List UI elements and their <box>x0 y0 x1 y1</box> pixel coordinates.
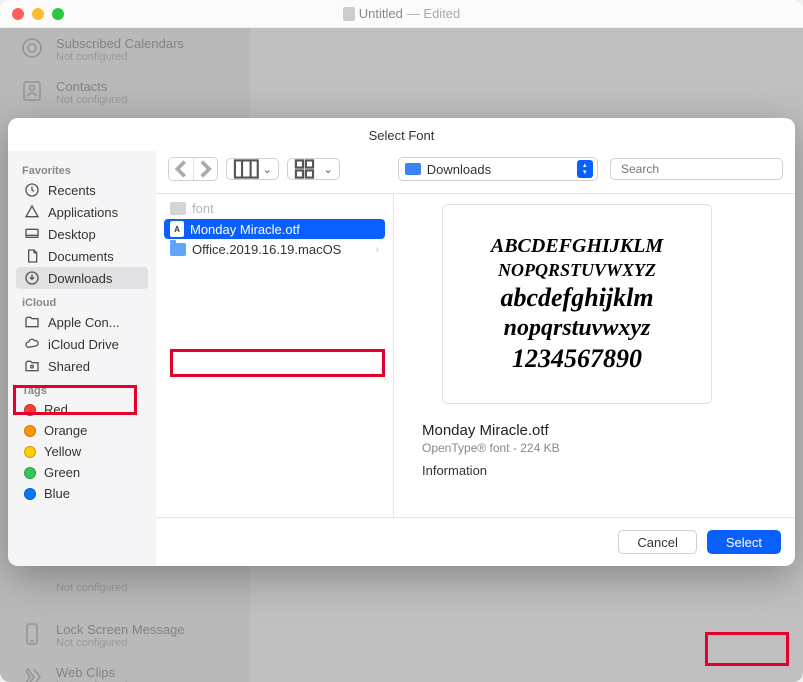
up-down-arrows-icon: ▴▾ <box>577 160 593 178</box>
dialog-main-area: ⌄ ⌄ Downloads ▴▾ <box>156 151 795 566</box>
documents-icon <box>24 248 40 264</box>
traffic-lights <box>12 8 64 20</box>
edited-suffix: — Edited <box>407 6 460 21</box>
sidebar-tag-orange[interactable]: Orange <box>16 420 148 441</box>
sidebar-heading-tags: Tags <box>16 381 148 399</box>
select-font-dialog: Select Font Favorites Recents Applicatio… <box>8 118 795 566</box>
sidebar-item-documents[interactable]: Documents <box>16 245 148 267</box>
folder-icon <box>170 202 186 215</box>
file-row-office[interactable]: Office.2019.16.19.macOS › <box>164 240 385 259</box>
sidebar-heading-favorites: Favorites <box>16 161 148 179</box>
font-file-icon: A <box>170 221 184 237</box>
tag-dot-icon <box>24 425 36 437</box>
shared-icon <box>24 358 40 374</box>
preview-info-heading: Information <box>422 463 767 478</box>
folder-icon <box>24 314 40 330</box>
clock-icon <box>24 182 40 198</box>
sidebar-item-shared[interactable]: Shared <box>16 355 148 377</box>
sidebar-item-desktop[interactable]: Desktop <box>16 223 148 245</box>
cancel-button[interactable]: Cancel <box>618 530 696 554</box>
sidebar-tag-blue[interactable]: Blue <box>16 483 148 504</box>
preview-column: ABCDEFGHIJKLM NOPQRSTUVWXYZ abcdefghijkl… <box>394 194 795 517</box>
nav-buttons-group <box>168 157 218 181</box>
location-dropdown[interactable]: Downloads ▴▾ <box>398 157 598 181</box>
document-icon <box>343 7 355 21</box>
back-button[interactable] <box>169 158 193 180</box>
dialog-footer: Cancel Select <box>156 517 795 566</box>
finder-sidebar: Favorites Recents Applications Desktop D… <box>8 151 156 566</box>
window-title: Untitled — Edited <box>64 6 739 21</box>
tag-dot-icon <box>24 488 36 500</box>
main-window: Untitled — Edited Subscribed CalendarsNo… <box>0 0 803 682</box>
sidebar-item-downloads[interactable]: Downloads <box>16 267 148 289</box>
file-list-column[interactable]: font A Monday Miracle.otf Office.2019.16… <box>156 194 394 517</box>
downloads-icon <box>24 270 40 286</box>
sidebar-tag-yellow[interactable]: Yellow <box>16 441 148 462</box>
icloud-icon <box>24 336 40 352</box>
zoom-window-button[interactable] <box>52 8 64 20</box>
search-input[interactable] <box>621 162 776 176</box>
file-row-monday-miracle[interactable]: A Monday Miracle.otf <box>164 219 385 239</box>
sidebar-item-icloud-drive[interactable]: iCloud Drive <box>16 333 148 355</box>
chevron-down-icon: ⌄ <box>263 163 272 176</box>
sidebar-item-apple-con[interactable]: Apple Con... <box>16 311 148 333</box>
sidebar-item-recents[interactable]: Recents <box>16 179 148 201</box>
folder-icon <box>170 243 186 256</box>
sidebar-tag-green[interactable]: Green <box>16 462 148 483</box>
column-view-button[interactable]: ⌄ <box>226 158 279 180</box>
file-row-font-folder[interactable]: font <box>164 199 385 218</box>
dialog-title: Select Font <box>8 118 795 151</box>
dialog-toolbar: ⌄ ⌄ Downloads ▴▾ <box>156 151 795 193</box>
tag-dot-icon <box>24 404 36 416</box>
sidebar-item-applications[interactable]: Applications <box>16 201 148 223</box>
tag-dot-icon <box>24 467 36 479</box>
chevron-down-icon: ⌄ <box>324 163 333 176</box>
preview-meta: OpenType® font - 224 KB <box>422 441 767 455</box>
select-button[interactable]: Select <box>707 530 781 554</box>
minimize-window-button[interactable] <box>32 8 44 20</box>
search-box[interactable] <box>610 158 783 180</box>
tag-dot-icon <box>24 446 36 458</box>
close-window-button[interactable] <box>12 8 24 20</box>
applications-icon <box>24 204 40 220</box>
document-title: Untitled <box>359 6 403 21</box>
titlebar: Untitled — Edited <box>0 0 803 28</box>
sidebar-tag-red[interactable]: Red <box>16 399 148 420</box>
preview-filename: Monday Miracle.otf <box>422 422 767 439</box>
font-preview-image: ABCDEFGHIJKLM NOPQRSTUVWXYZ abcdefghijkl… <box>442 204 712 404</box>
desktop-icon <box>24 226 40 242</box>
sidebar-heading-icloud: iCloud <box>16 293 148 311</box>
group-view-button[interactable]: ⌄ <box>287 158 340 180</box>
content-area: font A Monday Miracle.otf Office.2019.16… <box>156 193 795 517</box>
location-label: Downloads <box>427 162 571 177</box>
folder-icon <box>405 163 421 175</box>
forward-button[interactable] <box>193 158 217 180</box>
chevron-right-icon: › <box>376 244 379 255</box>
